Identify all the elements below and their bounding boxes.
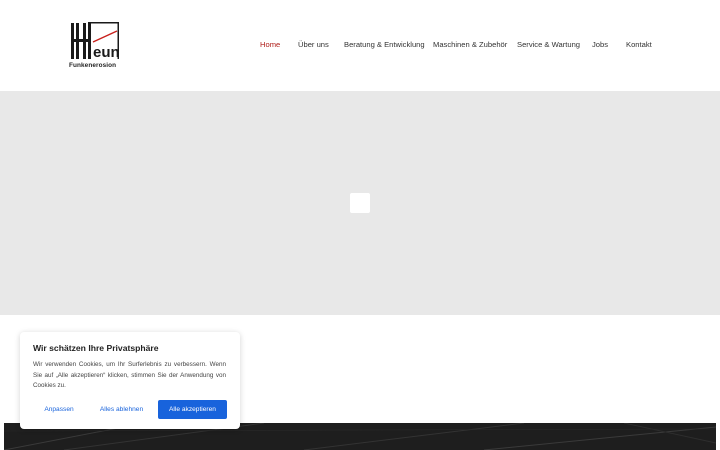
cookie-description: Wir verwenden Cookies, um Ihr Surferlebn… bbox=[33, 361, 226, 390]
main-navigation: Home Über uns Beratung & Entwicklung Mas… bbox=[0, 40, 720, 52]
logo-subtitle: Funkenerosion bbox=[69, 62, 117, 69]
loading-spinner bbox=[350, 193, 370, 213]
nav-item-kontakt[interactable]: Kontakt bbox=[626, 40, 652, 49]
nav-item-maschinen-zubehoer[interactable]: Maschinen & Zubehör bbox=[433, 40, 507, 49]
nav-item-beratung-entwicklung[interactable]: Beratung & Entwicklung bbox=[344, 40, 425, 49]
site-header: eun Funkenerosion Home Über uns Beratung… bbox=[0, 0, 720, 91]
cookie-title: Wir schätzen Ihre Privatsphäre bbox=[33, 343, 159, 353]
reject-all-button[interactable]: Alles ablehnen bbox=[94, 400, 149, 419]
nav-item-jobs[interactable]: Jobs bbox=[592, 40, 608, 49]
accept-all-button[interactable]: Alle akzeptieren bbox=[158, 400, 227, 419]
nav-item-service-wartung[interactable]: Service & Wartung bbox=[517, 40, 580, 49]
cookie-consent-banner: Wir schätzen Ihre Privatsphäre Wir verwe… bbox=[20, 332, 240, 429]
nav-item-ueber-uns[interactable]: Über uns bbox=[298, 40, 329, 49]
nav-item-home[interactable]: Home bbox=[260, 40, 280, 49]
customize-button[interactable]: Anpassen bbox=[33, 400, 85, 419]
